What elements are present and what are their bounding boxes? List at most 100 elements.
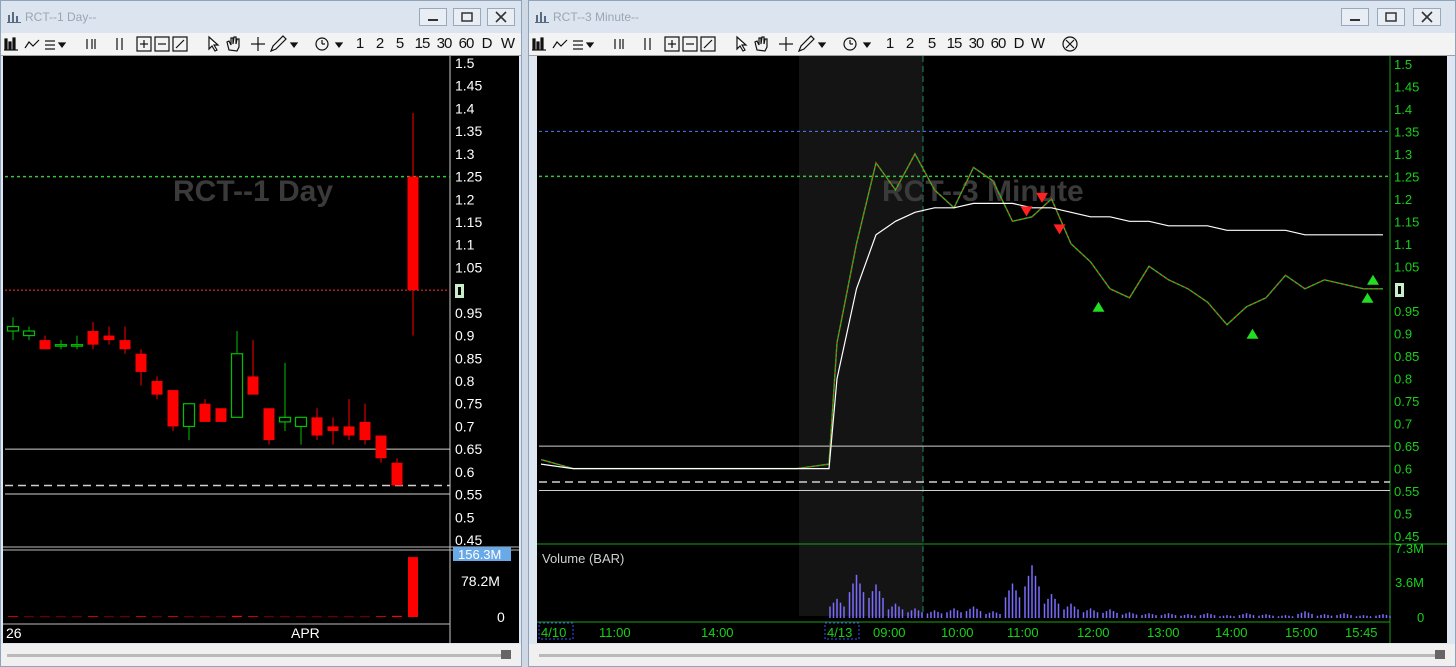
- zoom-out-icon[interactable]: [154, 36, 170, 52]
- timeframe-2[interactable]: 2: [373, 35, 387, 53]
- time-label: 14:00: [701, 625, 734, 640]
- clock-icon[interactable]: [315, 37, 329, 51]
- candle-body-down: [375, 435, 387, 459]
- zoom-fit-icon[interactable]: [172, 36, 188, 52]
- timeframe-15[interactable]: 15: [943, 35, 965, 53]
- volume-bar: [376, 616, 386, 617]
- volume-bar: [72, 616, 82, 618]
- candle-body-down: [407, 176, 419, 291]
- maximize-button[interactable]: [453, 8, 481, 26]
- draw-menu-icon[interactable]: [289, 42, 299, 48]
- toolbar-tools: [532, 36, 716, 52]
- price-label: 0.75: [1394, 394, 1419, 409]
- buy-marker-icon: [1246, 328, 1259, 339]
- volume-zero-label: 0: [1417, 610, 1424, 625]
- horizontal-scrollbar[interactable]: [529, 644, 1455, 666]
- remove-chart-icon[interactable]: [1061, 35, 1079, 53]
- cursor-icon[interactable]: [736, 35, 748, 52]
- crosshair-icon[interactable]: [251, 37, 265, 51]
- date-label-apr: APR: [291, 625, 320, 641]
- daily-chart-area[interactable]: RCT--1 Day 1.5 1.45 1.4 1.35 1.3 1.25 1.2 1.15 1…: [3, 56, 519, 643]
- titlebar[interactable]: RCT--3 Minute--: [529, 1, 1455, 33]
- clock-menu-icon[interactable]: [862, 42, 872, 48]
- time-label: 15:00: [1285, 625, 1318, 640]
- timeframe-2[interactable]: 2: [903, 35, 917, 53]
- premarket-shading: [799, 56, 923, 616]
- price-label: 1.35: [455, 123, 482, 139]
- titlebar[interactable]: RCT--1 Day--: [1, 1, 521, 33]
- maximize-button[interactable]: [1377, 8, 1405, 26]
- scroll-thumb[interactable]: [501, 650, 511, 659]
- timeframe-30[interactable]: 30: [965, 35, 987, 53]
- volume-bar: [56, 616, 66, 618]
- daily-candlestick-chart[interactable]: RCT--1 Day 1.5 1.45 1.4 1.35 1.3 1.25 1.2 1.15 1…: [3, 56, 519, 643]
- signal-markers: [1020, 192, 1379, 339]
- style-menu-icon[interactable]: [45, 40, 67, 50]
- time-label: 11:00: [599, 625, 631, 640]
- timeframe-15[interactable]: 15: [411, 35, 433, 53]
- cursor-icon[interactable]: [208, 35, 220, 52]
- horizontal-scrollbar[interactable]: [1, 644, 521, 666]
- timeframe-daily[interactable]: D: [1011, 35, 1027, 53]
- timeframe-daily[interactable]: D: [479, 35, 495, 53]
- hand-pan-icon[interactable]: [226, 36, 240, 52]
- zoom-in-icon[interactable]: [664, 36, 680, 52]
- time-axis-labels: 4/10 11:00 14:00 4/13 09:00 10:00 11:00 12:00 13…: [538, 622, 1378, 640]
- price-label: 1.15: [1394, 214, 1419, 229]
- timeframe-weekly[interactable]: W: [1029, 35, 1047, 53]
- candle-body-down: [119, 340, 131, 350]
- time-label: 11:00: [1007, 625, 1039, 640]
- current-price-marker: [455, 284, 464, 298]
- pencil-icon[interactable]: [797, 35, 815, 53]
- scroll-track[interactable]: [7, 654, 511, 657]
- clock-icon[interactable]: [843, 37, 857, 51]
- bar-chart-icon[interactable]: [4, 37, 18, 51]
- buy-marker-icon: [1367, 274, 1379, 285]
- style-menu-icon[interactable]: [573, 40, 595, 50]
- clock-menu-icon[interactable]: [334, 42, 344, 48]
- zoom-out-icon[interactable]: [682, 36, 698, 52]
- volume-bar: [392, 615, 402, 617]
- hand-pan-icon[interactable]: [754, 36, 768, 52]
- volume-bar: [280, 616, 290, 618]
- zoom-in-icon[interactable]: [136, 36, 152, 52]
- price-label: 1.2: [1394, 192, 1412, 207]
- volume-bar: [40, 616, 50, 618]
- pencil-icon[interactable]: [269, 35, 287, 53]
- time-label: 10:00: [941, 625, 974, 640]
- close-button[interactable]: [487, 8, 515, 26]
- timeframe-1[interactable]: 1: [883, 35, 897, 53]
- price-label: 0.6: [1394, 462, 1412, 477]
- line-chart-icon[interactable]: [24, 39, 40, 49]
- close-button[interactable]: [1413, 8, 1441, 26]
- bar-chart-icon[interactable]: [532, 37, 546, 51]
- timeframe-30[interactable]: 30: [433, 35, 455, 53]
- time-label: 14:00: [1215, 625, 1248, 640]
- intraday-price-chart[interactable]: RCT--3 Minute 1.51.451.41.351.31.251.21.…: [537, 56, 1447, 643]
- minimize-button[interactable]: [419, 8, 447, 26]
- candle-body-down: [199, 403, 211, 422]
- timeframe-60[interactable]: 60: [455, 35, 477, 53]
- timeframe-weekly[interactable]: W: [499, 35, 517, 53]
- toolbar-tools: [4, 36, 188, 52]
- timeframe-1[interactable]: 1: [353, 35, 367, 53]
- line-chart-icon[interactable]: [552, 39, 568, 49]
- minimize-button[interactable]: [1341, 8, 1369, 26]
- candle-body-down: [247, 376, 259, 395]
- scroll-thumb[interactable]: [1435, 650, 1445, 659]
- date-label-26: 26: [6, 625, 22, 641]
- minimize-icon: [1350, 19, 1360, 21]
- timeframe-5[interactable]: 5: [393, 35, 407, 53]
- price-label: 0.7: [455, 418, 475, 434]
- zoom-fit-icon[interactable]: [700, 36, 716, 52]
- timeframe-5[interactable]: 5: [925, 35, 939, 53]
- draw-menu-icon[interactable]: [817, 42, 827, 48]
- scroll-track[interactable]: [539, 654, 1443, 657]
- intraday-chart-area[interactable]: RCT--3 Minute 1.5 1.45 1.4 1.35 1.3 1.25 1.2 1.…: [537, 56, 1447, 643]
- price-label: 1.45: [455, 78, 482, 94]
- crosshair-icon[interactable]: [779, 37, 793, 51]
- timeframe-60[interactable]: 60: [987, 35, 1009, 53]
- candle-body-down: [391, 462, 403, 486]
- price-label: 0.9: [455, 328, 475, 344]
- candle-body-down: [87, 331, 99, 345]
